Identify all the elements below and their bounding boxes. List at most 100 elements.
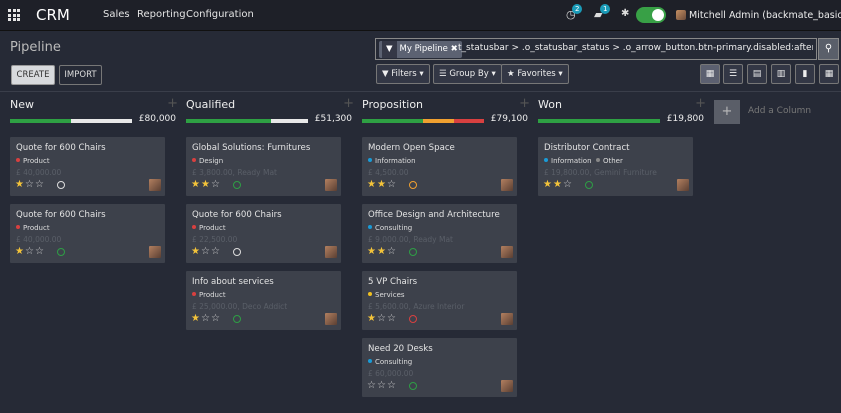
filters-button[interactable]: ▼ Filters ▾ (376, 64, 430, 84)
star-icon[interactable]: ☆ (25, 179, 35, 190)
star-icon[interactable]: ☆ (387, 313, 397, 324)
progress-bar[interactable] (186, 119, 308, 123)
star-icon[interactable]: ★ (367, 246, 377, 257)
progress-segment[interactable] (71, 119, 132, 123)
activity-status-icon[interactable] (409, 248, 417, 256)
progress-segment[interactable] (271, 119, 308, 123)
facet-remove-icon[interactable]: ✖ (451, 44, 458, 54)
star-icon[interactable]: ☆ (367, 380, 377, 391)
progress-segment[interactable] (186, 119, 272, 123)
debug-bug-icon[interactable]: ✱ (621, 8, 629, 19)
star-icon[interactable]: ★ (15, 179, 25, 190)
quick-create-plus-icon[interactable]: + (519, 96, 530, 111)
group-by-button[interactable]: ☰ Group By ▾ (433, 64, 502, 84)
progress-bar[interactable] (362, 119, 484, 123)
star-icon[interactable]: ☆ (387, 246, 397, 257)
column-title[interactable]: Qualified (186, 98, 235, 111)
activity-view-icon[interactable]: ▦ (819, 64, 839, 84)
activity-status-icon[interactable] (585, 181, 593, 189)
graph-view-icon[interactable]: ▮ (795, 64, 815, 84)
menu-sales[interactable]: Sales (103, 9, 130, 20)
star-icon[interactable]: ★ (191, 313, 201, 324)
search-input[interactable]: t_statusbar > .o_statusbar_status > .o_a… (458, 43, 813, 53)
search-facet[interactable]: ▼ My Pipeline ✖ (379, 41, 462, 58)
favorites-button[interactable]: ★ Favorites ▾ (501, 64, 569, 84)
kanban-card[interactable]: Modern Open Space Information £ 4,500.00 ★… (362, 137, 517, 196)
star-icon[interactable]: ☆ (211, 246, 221, 257)
kanban-card[interactable]: Office Design and Architecture Consulting… (362, 204, 517, 263)
search-bar[interactable]: ▼ My Pipeline ✖ t_statusbar > .o_statusba… (375, 38, 817, 60)
activity-status-icon[interactable] (233, 315, 241, 323)
import-button[interactable]: IMPORT (59, 65, 102, 85)
add-column-button[interactable]: + (714, 100, 740, 124)
star-icon[interactable]: ★ (543, 179, 553, 190)
progress-bar[interactable] (10, 119, 132, 123)
activity-status-icon[interactable] (409, 382, 417, 390)
add-column-label[interactable]: Add a Column (748, 106, 811, 116)
app-title[interactable]: CRM (36, 6, 70, 24)
star-icon[interactable]: ★ (367, 313, 377, 324)
column-title[interactable]: Proposition (362, 98, 423, 111)
calendar-view-icon[interactable]: ▤ (747, 64, 767, 84)
star-icon[interactable]: ☆ (563, 179, 573, 190)
priority-stars[interactable]: ★★☆ (367, 179, 397, 190)
user-avatar[interactable] (676, 10, 686, 20)
theme-toggle[interactable] (636, 7, 666, 23)
quick-create-plus-icon[interactable]: + (695, 96, 706, 111)
priority-stars[interactable]: ☆☆☆ (367, 380, 397, 391)
star-icon[interactable]: ★ (377, 179, 387, 190)
star-icon[interactable]: ★ (191, 246, 201, 257)
menu-reporting[interactable]: Reporting (137, 9, 186, 20)
progress-bar[interactable] (538, 119, 660, 123)
star-icon[interactable]: ★ (201, 179, 211, 190)
activity-status-icon[interactable] (57, 248, 65, 256)
star-icon[interactable]: ☆ (211, 313, 221, 324)
kanban-card[interactable]: Quote for 600 Chairs Product £ 40,000.00 ★… (10, 137, 165, 196)
activity-status-icon[interactable] (409, 315, 417, 323)
create-button[interactable]: CREATE (11, 65, 55, 85)
activity-status-icon[interactable] (233, 181, 241, 189)
progress-segment[interactable] (423, 119, 454, 123)
kanban-card[interactable]: Global Solutions: Furnitures Design £ 3,8… (186, 137, 341, 196)
star-icon[interactable]: ☆ (25, 246, 35, 257)
activity-status-icon[interactable] (233, 248, 241, 256)
column-title[interactable]: New (10, 98, 34, 111)
priority-stars[interactable]: ★★☆ (543, 179, 573, 190)
kanban-card[interactable]: Quote for 600 Chairs Product £ 40,000.00 ★… (10, 204, 165, 263)
list-view-icon[interactable]: ☰ (723, 64, 743, 84)
search-icon[interactable]: ⚲ (818, 38, 839, 60)
star-icon[interactable]: ★ (367, 179, 377, 190)
kanban-card[interactable]: Info about services Product £ 25,000.00, … (186, 271, 341, 330)
activity-clock-icon[interactable]: ◷ 2 (566, 4, 583, 21)
kanban-card[interactable]: 5 VP Chairs Services £ 5,600.00, Azure In… (362, 271, 517, 330)
priority-stars[interactable]: ★★☆ (191, 179, 221, 190)
star-icon[interactable]: ☆ (377, 380, 387, 391)
star-icon[interactable]: ☆ (211, 179, 221, 190)
priority-stars[interactable]: ★☆☆ (191, 246, 221, 257)
column-title[interactable]: Won (538, 98, 562, 111)
star-icon[interactable]: ☆ (35, 246, 45, 257)
star-icon[interactable]: ★ (15, 246, 25, 257)
star-icon[interactable]: ☆ (387, 380, 397, 391)
kanban-view-icon[interactable]: ▦ (700, 64, 720, 84)
progress-segment[interactable] (10, 119, 71, 123)
priority-stars[interactable]: ★☆☆ (15, 246, 45, 257)
priority-stars[interactable]: ★☆☆ (191, 313, 221, 324)
priority-stars[interactable]: ★☆☆ (367, 313, 397, 324)
star-icon[interactable]: ☆ (377, 313, 387, 324)
star-icon[interactable]: ☆ (35, 179, 45, 190)
progress-segment[interactable] (538, 119, 660, 123)
apps-menu-icon[interactable] (8, 9, 20, 21)
activity-status-icon[interactable] (409, 181, 417, 189)
messages-chat-icon[interactable]: ▰ 1 (594, 4, 611, 21)
star-icon[interactable]: ★ (553, 179, 563, 190)
quick-create-plus-icon[interactable]: + (343, 96, 354, 111)
user-menu[interactable]: Mitchell Admin (backmate_basic_v12) (689, 10, 841, 21)
quick-create-plus-icon[interactable]: + (167, 96, 178, 111)
star-icon[interactable]: ☆ (387, 179, 397, 190)
kanban-card[interactable]: Quote for 600 Chairs Product £ 22,500.00 ★… (186, 204, 341, 263)
pivot-view-icon[interactable]: ▥ (771, 64, 791, 84)
priority-stars[interactable]: ★☆☆ (15, 179, 45, 190)
activity-status-icon[interactable] (57, 181, 65, 189)
progress-segment[interactable] (453, 119, 484, 123)
